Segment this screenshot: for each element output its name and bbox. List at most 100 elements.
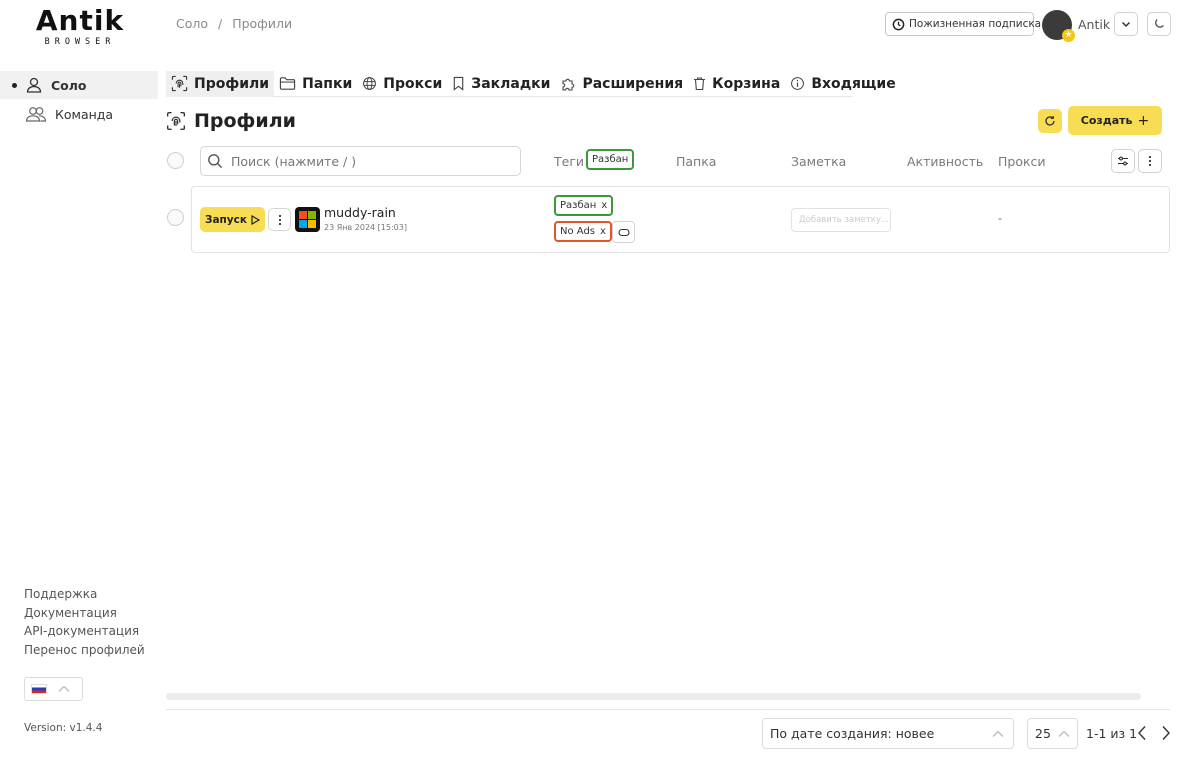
kebab-icon [1148,155,1152,167]
kebab-icon [278,214,282,226]
column-activity[interactable]: Активность [907,154,983,169]
sidebar-item-label: Команда [55,106,114,122]
launch-label: Запуск [205,213,247,226]
puzzle-icon [560,76,576,92]
more-options-button[interactable] [1138,149,1162,173]
tab-extensions[interactable]: Расширения [555,71,688,97]
tab-folders[interactable]: Папки [274,71,357,97]
chevron-down-icon [1120,18,1132,30]
tag-label: No Ads [560,226,595,237]
per-page-value: 25 [1035,726,1051,741]
tag-chip: No Ads x [554,221,612,242]
breadcrumb: Соло / Профили [176,16,292,31]
logo-word: Antik [35,4,125,37]
info-icon [790,76,805,91]
page-title: Профили [166,110,296,132]
chevron-up-icon [57,684,71,694]
tab-proxies[interactable]: Прокси [357,71,447,97]
folder-icon [279,76,296,91]
bookmark-icon [452,76,465,91]
profile-name[interactable]: muddy-rain [324,205,396,220]
documentation-link[interactable]: Документация [24,604,145,623]
logo-subtitle: BROWSER [44,37,116,47]
refresh-button[interactable] [1038,109,1062,133]
tag-remove-button[interactable]: x [600,226,606,237]
column-tags[interactable]: Теги [554,154,584,169]
play-icon [251,214,260,225]
avatar[interactable]: ★ [1042,10,1075,42]
sort-select[interactable]: По дате создания: новее [762,718,1014,749]
create-profile-button[interactable]: Создать + [1068,106,1162,135]
tab-label: Профили [194,75,270,92]
next-page-button[interactable] [1160,724,1172,746]
clock-icon [892,18,905,31]
breadcrumb-root[interactable]: Соло [176,16,208,31]
fingerprint-icon [171,75,188,92]
trash-icon [693,76,706,91]
main-nav: Профили Папки Прокси Закладки Расширения… [166,70,896,97]
profile-date: 23 Янв 2024 [15:03] [324,223,407,232]
subscription-label: Пожизненная подписка [909,18,1042,30]
search-box[interactable] [200,146,521,176]
column-folder[interactable]: Папка [676,154,716,169]
search-input[interactable] [231,153,501,169]
moon-icon [1153,18,1165,30]
column-note[interactable]: Заметка [791,154,846,169]
sidebar-footer-links: Поддержка Документация API-документация … [24,585,145,659]
username[interactable]: Antik [1078,17,1110,32]
sidebar-item-team[interactable]: Команда [0,100,113,128]
tag-filter-chip[interactable]: Разбан [586,149,635,170]
team-icon [25,105,47,123]
sidebar-item-solo[interactable]: Соло [0,71,158,99]
tab-label: Закладки [471,75,551,92]
tag-remove-button[interactable]: x [601,200,607,211]
tab-label: Расширения [582,75,684,92]
add-tag-button[interactable] [612,221,635,243]
user-icon [25,76,43,94]
tab-bookmarks[interactable]: Закладки [447,71,555,97]
active-dot-icon [12,82,17,88]
tab-profiles[interactable]: Профили [166,70,275,97]
api-docs-link[interactable]: API-документация [24,622,145,641]
column-settings-button[interactable] [1111,149,1135,173]
note-input[interactable]: Добавить заметку... [791,208,891,232]
sidebar-item-label: Соло [51,77,87,93]
chevron-up-icon [991,729,1005,739]
tab-label: Прокси [383,75,443,92]
chevron-up-icon [1057,729,1071,739]
launch-button[interactable]: Запуск [200,207,265,232]
create-label: Создать [1080,114,1133,127]
horizontal-scrollbar[interactable] [166,693,1141,700]
tab-label: Папки [302,75,353,92]
star-badge-icon: ★ [1062,29,1075,42]
globe-icon [362,76,377,91]
windows-icon [295,207,320,232]
prev-page-button[interactable] [1136,724,1148,746]
tag-chip: Разбан x [554,195,614,216]
language-select[interactable] [24,677,83,701]
row-checkbox[interactable] [167,209,184,226]
support-link[interactable]: Поддержка [24,585,145,604]
breadcrumb-separator: / [218,16,223,31]
divider [166,709,1170,710]
select-all-checkbox[interactable] [167,152,184,169]
profile-transfer-link[interactable]: Перенос профилей [24,641,145,660]
column-proxy[interactable]: Прокси [998,154,1046,169]
subscription-button[interactable]: Пожизненная подписка [885,12,1041,36]
plus-icon: + [1137,112,1150,129]
russian-flag-icon [31,684,47,694]
proxy-value: - [998,212,1002,225]
theme-toggle-button[interactable] [1147,12,1171,36]
refresh-icon [1044,115,1056,127]
tab-trash[interactable]: Корзина [688,71,785,97]
sliders-icon [1117,155,1129,167]
chevron-left-icon [1136,724,1148,742]
tab-inbox[interactable]: Входящие [785,71,900,97]
per-page-select[interactable]: 25 [1027,718,1078,749]
account-dropdown-button[interactable] [1114,12,1138,36]
chevron-right-icon [1160,724,1172,742]
breadcrumb-current: Профили [232,16,293,31]
fingerprint-icon [166,111,186,131]
sort-value: По дате создания: новее [770,726,935,741]
row-menu-button[interactable] [268,208,291,231]
